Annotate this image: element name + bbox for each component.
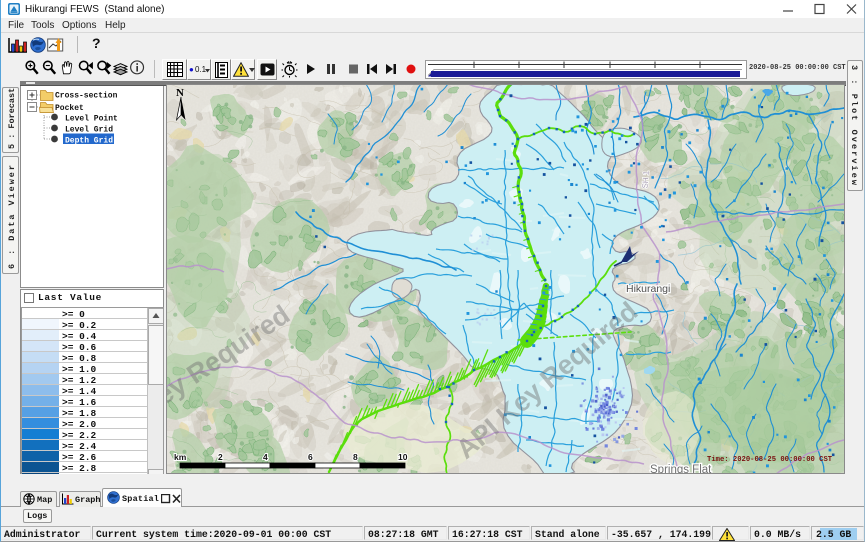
svg-text:Hikurangi: Hikurangi (626, 283, 670, 295)
svg-text:6 : Data Viewer: 6 : Data Viewer (7, 165, 17, 269)
svg-text:Level Point: Level Point (65, 115, 118, 124)
svg-text:Springs Flat: Springs Flat (650, 464, 712, 474)
svg-text:2: 2 (218, 452, 223, 462)
svg-text:5 : Forecast: 5 : Forecast (7, 88, 17, 149)
svg-text:Level Grid: Level Grid (65, 126, 113, 135)
svg-text:Depth Grid: Depth Grid (65, 137, 113, 146)
svg-text:3 : Plot Overview: 3 : Plot Overview (849, 65, 859, 186)
svg-text:Time: 2020-08-25 00:00:00 CST: Time: 2020-08-25 00:00:00 CST (707, 456, 833, 464)
svg-text:8: 8 (353, 452, 358, 462)
svg-text:N: N (176, 87, 184, 99)
svg-text:Cross-section: Cross-section (55, 92, 118, 101)
svg-text:km: km (174, 452, 187, 462)
svg-text:Pocket: Pocket (55, 104, 84, 113)
svg-text:4: 4 (263, 452, 268, 462)
svg-text:SH 1: SH 1 (641, 170, 651, 189)
svg-text:6: 6 (308, 452, 313, 462)
svg-text:10: 10 (398, 452, 408, 462)
